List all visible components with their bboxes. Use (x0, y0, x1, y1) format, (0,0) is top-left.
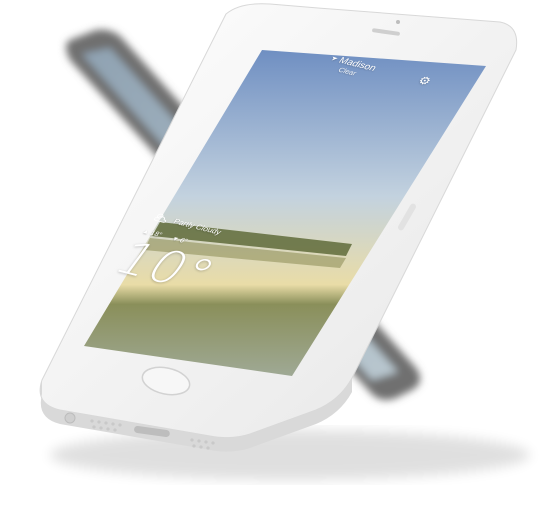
location-header[interactable]: ➤ Madison Clear (323, 53, 379, 80)
gear-icon[interactable]: ⚙ (414, 74, 434, 89)
condition-text: Partly Cloudy (171, 217, 224, 237)
partly-cloudy-icon (154, 213, 167, 223)
